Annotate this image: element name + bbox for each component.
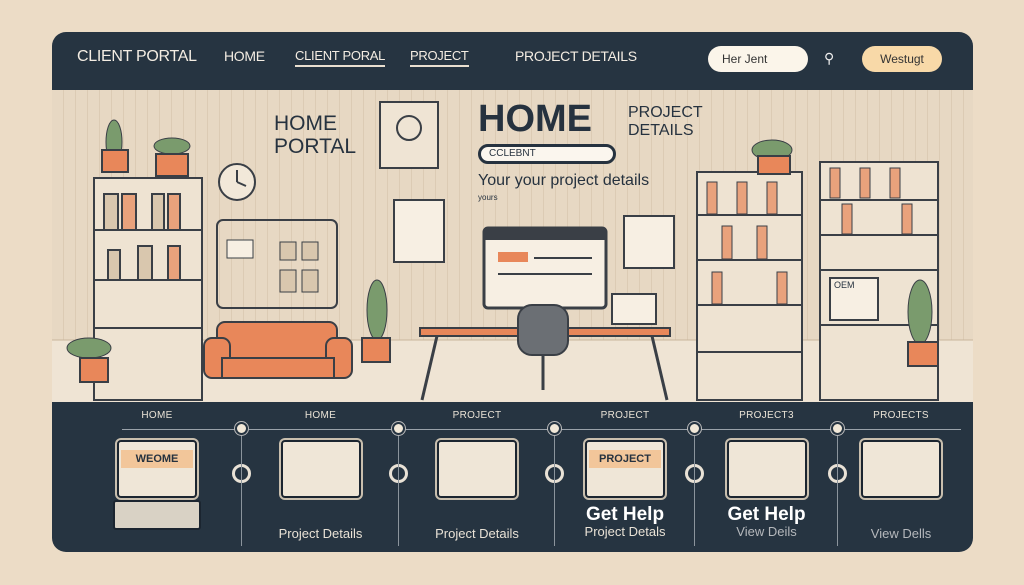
hero-subtitle: Your your project details bbox=[478, 172, 650, 189]
step-illustration bbox=[726, 440, 807, 498]
hero-small-text: yours bbox=[478, 193, 498, 202]
portal-window: CLIENT PORTAL HOME CLIENT PORAL PROJECT … bbox=[52, 32, 973, 552]
hero-left-title: HOME bbox=[274, 112, 337, 135]
nav-client-portal[interactable]: CLIENT PORAL bbox=[295, 48, 385, 67]
step-caption[interactable]: View Deils bbox=[695, 524, 838, 539]
step-5[interactable]: PROJECT3 Get Help View Deils bbox=[695, 402, 847, 552]
hero-side-2: DETAILS bbox=[628, 122, 694, 139]
step-illustration bbox=[117, 440, 197, 498]
hero-illustration: HOME PORTAL HOME PROJECT DETAILS CCLEBNT… bbox=[52, 90, 973, 402]
left-bookshelf bbox=[93, 177, 203, 401]
nav-project[interactable]: PROJECT bbox=[410, 48, 469, 67]
step-label: PROJECT bbox=[452, 410, 502, 421]
step-caption[interactable]: Project Detals bbox=[555, 524, 695, 539]
step-2[interactable]: HOME Project Details bbox=[242, 402, 408, 552]
step-title: WEOME bbox=[121, 450, 193, 468]
hero-title: HOME bbox=[478, 98, 592, 140]
step-label: PROJECTS bbox=[873, 410, 929, 421]
shelf-label: OEM bbox=[834, 280, 855, 290]
step-label: PROJECT3 bbox=[739, 410, 794, 421]
hero-pill-input[interactable]: CCLEBNT bbox=[478, 144, 616, 164]
step-label: HOME bbox=[141, 410, 173, 421]
brand: CLIENT PORTAL bbox=[77, 48, 197, 65]
step-illustration bbox=[280, 440, 361, 498]
step-illustration bbox=[437, 440, 517, 498]
hero-side-1: PROJECT bbox=[628, 104, 703, 121]
top-nav: CLIENT PORTAL HOME CLIENT PORAL PROJECT … bbox=[52, 32, 973, 90]
step-4[interactable]: PROJECT PROJECT Get Help Project Detals bbox=[555, 402, 704, 552]
step-illustration bbox=[861, 440, 941, 498]
step-caption[interactable]: Project Details bbox=[242, 526, 399, 541]
step-6[interactable]: PROJECTS View Dells bbox=[838, 402, 964, 552]
sofa bbox=[203, 321, 353, 379]
laptop-keyboard-icon bbox=[113, 500, 201, 530]
step-1[interactable]: HOME WEOME bbox=[72, 402, 251, 552]
search-input[interactable]: Her Jent bbox=[708, 46, 808, 72]
search-icon[interactable]: ⚲ bbox=[824, 50, 834, 67]
step-title: PROJECT bbox=[589, 450, 661, 468]
nav-home[interactable]: HOME bbox=[224, 48, 265, 64]
step-heading: Get Help bbox=[727, 504, 806, 525]
nav-project-details[interactable]: PROJECT DETAILS bbox=[515, 48, 637, 64]
step-label: HOME bbox=[304, 410, 337, 421]
steps-panel: HOME WEOME HOME Project Details PROJECT Pr… bbox=[52, 402, 973, 552]
step-label: PROJECT bbox=[600, 410, 650, 421]
account-button[interactable]: Westugt bbox=[862, 46, 942, 72]
step-caption[interactable]: View Dells bbox=[838, 526, 964, 541]
step-heading: Get Help bbox=[585, 504, 665, 525]
step-3[interactable]: PROJECT Project Details bbox=[399, 402, 564, 552]
step-illustration bbox=[585, 440, 665, 498]
step-caption[interactable]: Project Details bbox=[399, 526, 555, 541]
hero-left-subtitle: PORTAL bbox=[274, 135, 357, 158]
